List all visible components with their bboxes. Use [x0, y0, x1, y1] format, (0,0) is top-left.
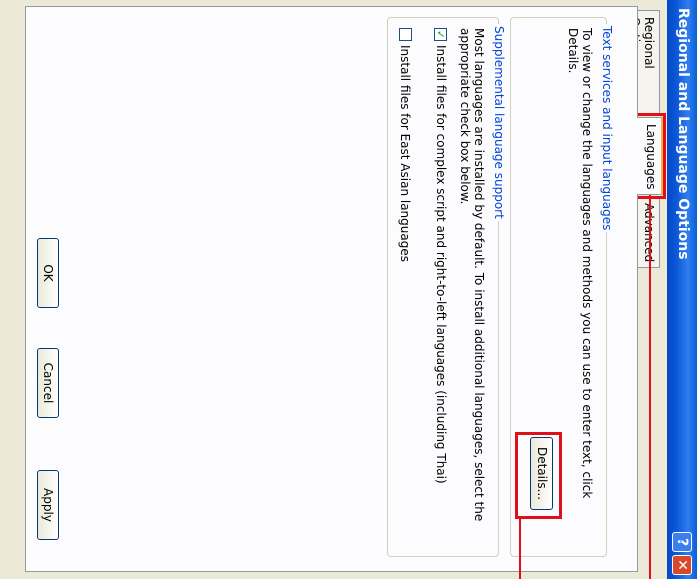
- cancel-button-label: Cancel: [41, 362, 55, 404]
- complex-script-checkbox[interactable]: ✓: [434, 28, 447, 41]
- callout-line-details: [519, 518, 521, 579]
- tab-label: Languages: [644, 124, 658, 190]
- dialog-window: Regional and Language Options ? ✕ Region…: [0, 0, 697, 579]
- apply-button[interactable]: Apply: [37, 470, 59, 540]
- group-title-supplemental: Supplemental language support: [492, 24, 506, 221]
- callout-line-tabs: [649, 195, 651, 579]
- complex-script-label: Install files for complex script and rig…: [434, 45, 448, 484]
- close-icon: ✕: [674, 559, 690, 571]
- close-button[interactable]: ✕: [672, 555, 692, 575]
- languages-panel: Text services and input languages To vie…: [25, 6, 638, 579]
- window-title: Regional and Language Options: [675, 8, 691, 260]
- help-button[interactable]: ?: [672, 532, 692, 552]
- east-asian-label: Install files for East Asian languages: [398, 45, 412, 262]
- title-bar[interactable]: Regional and Language Options ? ✕: [667, 0, 697, 579]
- help-icon: ?: [674, 537, 690, 547]
- supplemental-group: Supplemental language support Most langu…: [387, 17, 506, 557]
- east-asian-checkbox[interactable]: [399, 28, 412, 41]
- group-title-text-services: Text services and input languages: [600, 24, 614, 233]
- ok-button[interactable]: OK: [37, 238, 59, 308]
- supplemental-description: Most languages are installed by default.…: [458, 28, 486, 522]
- tab-languages[interactable]: Languages: [637, 117, 663, 195]
- ok-button-label: OK: [41, 264, 55, 282]
- details-button-highlight: [515, 432, 562, 519]
- text-services-description: To view or change the languages and meth…: [566, 28, 594, 499]
- apply-button-label: Apply: [41, 488, 55, 522]
- cancel-button[interactable]: Cancel: [37, 348, 59, 418]
- tab-regional-options[interactable]: Regional Options: [628, 10, 660, 116]
